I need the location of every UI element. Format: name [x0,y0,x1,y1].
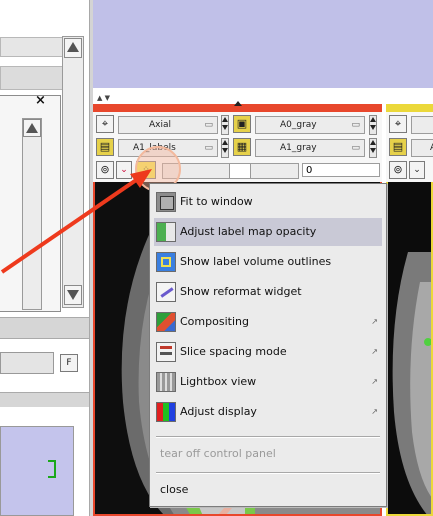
panel-field[interactable] [0,352,54,374]
submenu-arrow-icon: ↗ [371,377,378,386]
yellow-slice-image[interactable] [386,182,433,516]
label-spinner[interactable] [221,138,229,158]
menu-separator [156,436,380,438]
background-spinner[interactable] [369,115,377,135]
menu-item-label: Show label volume outlines [180,255,332,268]
fit-to-window-icon [156,192,176,212]
submenu-arrow-icon: ↗ [371,317,378,326]
dropdown-icon: ▭ [204,143,213,153]
compositing-icon [156,312,176,332]
background-volume-icon[interactable]: ▣ [233,115,251,133]
foreground-volume-value: A1_gray [280,143,317,153]
panel-gray-bar [0,317,90,339]
menu-item-label: Slice spacing mode [180,345,287,358]
brain-slice-icon [388,182,431,514]
orientation-select[interactable] [411,116,433,134]
dropdown-icon: ▭ [204,120,213,130]
menu-item-tear-off[interactable]: tear off control panel [154,440,382,468]
menu-item-compositing[interactable]: Compositing ↗ [154,308,382,336]
slice-value-field[interactable]: 0 [302,163,380,177]
foreground-volume-select[interactable]: A1_gray ▭ [255,139,365,157]
menu-item-close[interactable]: close [154,476,382,504]
menu-item-show-reformat-widget[interactable]: Show reformat widget [154,278,382,306]
menu-item-label: close [160,483,189,496]
menu-item-lightbox-view[interactable]: Lightbox view ↗ [154,368,382,396]
dropdown-icon: ▭ [351,143,360,153]
yellow-slice-controls: ⌖ ▤ A ⊚ ⌄ [386,112,433,182]
lightbox-icon [156,372,176,392]
background-volume-value: A0_gray [280,120,317,130]
slice-context-menu: Fit to window Adjust label map opacity S… [149,183,387,507]
bar-grip-icon [234,101,242,106]
panel-blue-box [0,426,74,516]
submenu-arrow-icon: ↗ [371,407,378,416]
menu-separator [156,472,380,474]
panel-gray-bar-2 [0,392,90,407]
link-icon[interactable]: ⊚ [389,161,407,179]
menu-item-label: Fit to window [180,195,253,208]
slice-spacing-icon [156,342,176,362]
background-volume-select[interactable]: A0_gray ▭ [255,116,365,134]
label-volume-icon[interactable]: ▤ [389,138,407,156]
menu-item-slice-spacing-mode[interactable]: Slice spacing mode ↗ [154,338,382,366]
green-marker [48,460,56,478]
foreground-spinner[interactable] [369,138,377,158]
orientation-spinner[interactable] [221,115,229,135]
menu-item-adjust-display[interactable]: Adjust display ↗ [154,398,382,426]
menu-item-fit-to-window[interactable]: Fit to window [154,188,382,216]
file-icon[interactable]: F [60,354,78,372]
slider-handle[interactable] [229,164,251,178]
menu-item-label: Adjust display [180,405,257,418]
menu-item-label: Lightbox view [180,375,257,388]
menu-item-label: Show reformat widget [180,285,302,298]
menu-item-show-label-volume-outlines[interactable]: Show label volume outlines [154,248,382,276]
label-opacity-icon [156,222,176,242]
orientation-icon[interactable]: ⌖ [389,115,407,133]
reformat-widget-icon [156,282,176,302]
submenu-arrow-icon: ↗ [371,347,378,356]
chevron-down-icon[interactable]: ⌄ [409,161,425,179]
dropdown-icon: ▭ [351,120,360,130]
menu-item-label: Adjust label map opacity [180,225,317,238]
yellow-slice-bar[interactable] [386,104,433,112]
label-outline-icon [156,252,176,272]
menu-item-label: tear off control panel [160,447,276,460]
menu-item-adjust-label-map-opacity[interactable]: Adjust label map opacity [154,218,382,246]
foreground-volume-icon[interactable]: ▦ [233,138,251,156]
adjust-display-icon [156,402,176,422]
label-volume-select[interactable]: A [411,139,433,157]
menu-item-label: Compositing [180,315,249,328]
